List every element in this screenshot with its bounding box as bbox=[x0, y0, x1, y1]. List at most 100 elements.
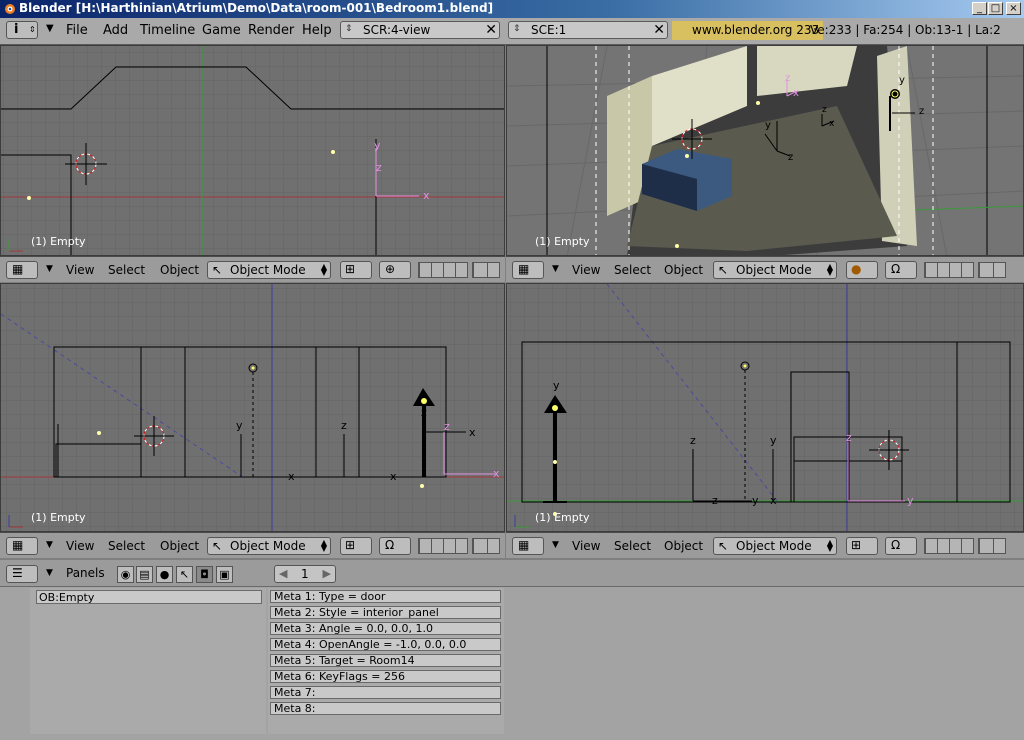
menu-view[interactable]: View bbox=[66, 263, 94, 277]
delete-screen-icon[interactable]: ✕ bbox=[485, 22, 497, 38]
meta-field-6[interactable]: Meta 6: KeyFlags = 256 bbox=[270, 670, 501, 683]
meta-field-5[interactable]: Meta 5: Target = Room14 bbox=[270, 654, 501, 667]
viewport-top[interactable]: y x z (1) Empty bbox=[0, 45, 505, 256]
screen-selector[interactable]: ⇕ SCR:4-view ✕ bbox=[340, 21, 500, 39]
object-mode-icon: ↖ bbox=[212, 263, 223, 277]
menu-object[interactable]: Object bbox=[664, 263, 703, 277]
panels-label[interactable]: Panels bbox=[66, 566, 105, 580]
object-tab-icon[interactable]: ↖ bbox=[176, 566, 193, 583]
collapse-menu-icon[interactable]: ▼ bbox=[46, 568, 53, 578]
blender-site-label: www.blender.org 233 bbox=[672, 21, 824, 40]
menu-object[interactable]: Object bbox=[160, 263, 199, 277]
editor-type-selector[interactable]: ▦ bbox=[6, 537, 38, 555]
menu-game[interactable]: Game bbox=[202, 23, 241, 38]
layer-buttons-2[interactable] bbox=[978, 538, 1006, 554]
menu-select[interactable]: Select bbox=[614, 263, 651, 277]
snap-selector[interactable]: Ω bbox=[885, 261, 917, 279]
prev-arrow-icon[interactable]: ◀ bbox=[279, 567, 287, 580]
menu-help[interactable]: Help bbox=[302, 23, 332, 38]
menu-file[interactable]: File bbox=[66, 23, 88, 38]
snap-selector[interactable]: Ω bbox=[885, 537, 917, 555]
buttons-window-header: ☰ ▼ Panels bbox=[0, 560, 1024, 587]
meta-field-1[interactable]: Meta 1: Type = door bbox=[270, 590, 501, 603]
draw-type-selector[interactable]: ⊞ bbox=[340, 261, 372, 279]
svg-text:y: y bbox=[765, 120, 771, 131]
layer-buttons-2[interactable] bbox=[978, 262, 1006, 278]
svg-text:z: z bbox=[822, 105, 827, 115]
magnet-icon: Ω bbox=[891, 262, 901, 276]
collapse-menu-icon[interactable]: ▼ bbox=[552, 540, 559, 550]
svg-text:x: x bbox=[288, 470, 295, 483]
draw-type-selector[interactable]: ● bbox=[846, 261, 878, 279]
menu-select[interactable]: Select bbox=[108, 263, 145, 277]
viewport-front[interactable]: y x z x x z z x (1) Empty bbox=[0, 283, 505, 532]
logic-tab-icon[interactable]: ◉ bbox=[117, 566, 134, 583]
scene-tab-icon[interactable]: ▣ bbox=[216, 566, 233, 583]
pivot-selector[interactable]: ⊕ bbox=[379, 261, 411, 279]
mode-selector[interactable]: ↖ Object Mode ▲ ▼ bbox=[713, 537, 837, 555]
editor-type-selector[interactable]: ▦ bbox=[6, 261, 38, 279]
viewport-front-canvas: y x z x x z z x bbox=[1, 284, 504, 531]
menu-object[interactable]: Object bbox=[664, 539, 703, 553]
collapse-menu-icon[interactable]: ▼ bbox=[46, 540, 53, 550]
page-number-field[interactable]: ◀ 1 ▶ bbox=[274, 565, 336, 583]
maximize-button[interactable]: □ bbox=[988, 2, 1003, 15]
object-name-field[interactable]: OB:Empty bbox=[36, 590, 262, 604]
layer-buttons-1[interactable] bbox=[924, 538, 974, 554]
menu-timeline[interactable]: Timeline bbox=[140, 23, 195, 38]
svg-text:x: x bbox=[423, 189, 430, 202]
layer-buttons-2[interactable] bbox=[472, 538, 500, 554]
next-arrow-icon[interactable]: ▶ bbox=[323, 567, 331, 580]
collapse-menu-icon[interactable]: ▼ bbox=[46, 23, 54, 34]
svg-text:x: x bbox=[493, 467, 500, 480]
script-tab-icon[interactable]: ▤ bbox=[136, 566, 153, 583]
draw-type-selector[interactable]: ⊞ bbox=[846, 537, 878, 555]
info-window-type-selector[interactable]: i ⇕ bbox=[6, 21, 38, 39]
menu-add[interactable]: Add bbox=[103, 23, 128, 38]
menu-select[interactable]: Select bbox=[614, 539, 651, 553]
menu-view[interactable]: View bbox=[572, 263, 600, 277]
viewport-side[interactable]: y zzy yx zy (1) Empty bbox=[506, 283, 1024, 532]
viewport-perspective[interactable]: zy zx zx z y (1) Empty bbox=[506, 45, 1024, 256]
meta-field-3[interactable]: Meta 3: Angle = 0.0, 0.0, 1.0 bbox=[270, 622, 501, 635]
delete-scene-icon[interactable]: ✕ bbox=[653, 22, 665, 38]
svg-text:x: x bbox=[829, 119, 835, 129]
meta-field-7[interactable]: Meta 7: bbox=[270, 686, 501, 699]
menu-view[interactable]: View bbox=[572, 539, 600, 553]
snap-selector[interactable]: Ω bbox=[379, 537, 411, 555]
collapse-menu-icon[interactable]: ▼ bbox=[552, 264, 559, 274]
svg-text:z: z bbox=[444, 420, 450, 433]
layer-buttons-1[interactable] bbox=[924, 262, 974, 278]
mode-selector[interactable]: ↖ Object Mode ▲ ▼ bbox=[207, 261, 331, 279]
editing-tab-icon[interactable]: ◘ bbox=[196, 566, 213, 583]
editor-type-selector[interactable]: ▦ bbox=[512, 261, 544, 279]
mode-label: Object Mode bbox=[736, 263, 812, 277]
shading-tab-icon[interactable]: ● bbox=[156, 566, 173, 583]
svg-text:y: y bbox=[752, 494, 759, 507]
viewport-object-label: (1) Empty bbox=[535, 511, 590, 524]
mode-label: Object Mode bbox=[230, 539, 306, 553]
viewport-side-header: ▦ ▼ View Select Object ↖ Object Mode ▲ ▼ ⊞ … bbox=[506, 532, 1024, 558]
svg-text:y: y bbox=[553, 379, 560, 392]
scene-selector[interactable]: ⇕ SCE:1 ✕ bbox=[508, 21, 668, 39]
draw-type-selector[interactable]: ⊞ bbox=[340, 537, 372, 555]
svg-text:z: z bbox=[421, 406, 427, 419]
main-menubar: i ⇕ ▼ File Add Timeline Game Render Help… bbox=[0, 18, 1024, 45]
mode-selector[interactable]: ↖ Object Mode ▲ ▼ bbox=[713, 261, 837, 279]
mode-selector[interactable]: ↖ Object Mode ▲ ▼ bbox=[207, 537, 331, 555]
collapse-menu-icon[interactable]: ▼ bbox=[46, 264, 53, 274]
meta-field-2[interactable]: Meta 2: Style = interior_panel bbox=[270, 606, 501, 619]
menu-view[interactable]: View bbox=[66, 539, 94, 553]
menu-render[interactable]: Render bbox=[248, 23, 294, 38]
layer-buttons-1[interactable] bbox=[418, 262, 468, 278]
layer-buttons-1[interactable] bbox=[418, 538, 468, 554]
editor-type-selector[interactable]: ☰ bbox=[6, 565, 38, 583]
editor-type-selector[interactable]: ▦ bbox=[512, 537, 544, 555]
meta-field-8[interactable]: Meta 8: bbox=[270, 702, 501, 715]
menu-select[interactable]: Select bbox=[108, 539, 145, 553]
menu-object[interactable]: Object bbox=[160, 539, 199, 553]
layer-buttons-2[interactable] bbox=[472, 262, 500, 278]
close-window-button[interactable]: × bbox=[1006, 2, 1021, 15]
meta-field-4[interactable]: Meta 4: OpenAngle = -1.0, 0.0, 0.0 bbox=[270, 638, 501, 651]
minimize-button[interactable]: _ bbox=[972, 2, 987, 15]
